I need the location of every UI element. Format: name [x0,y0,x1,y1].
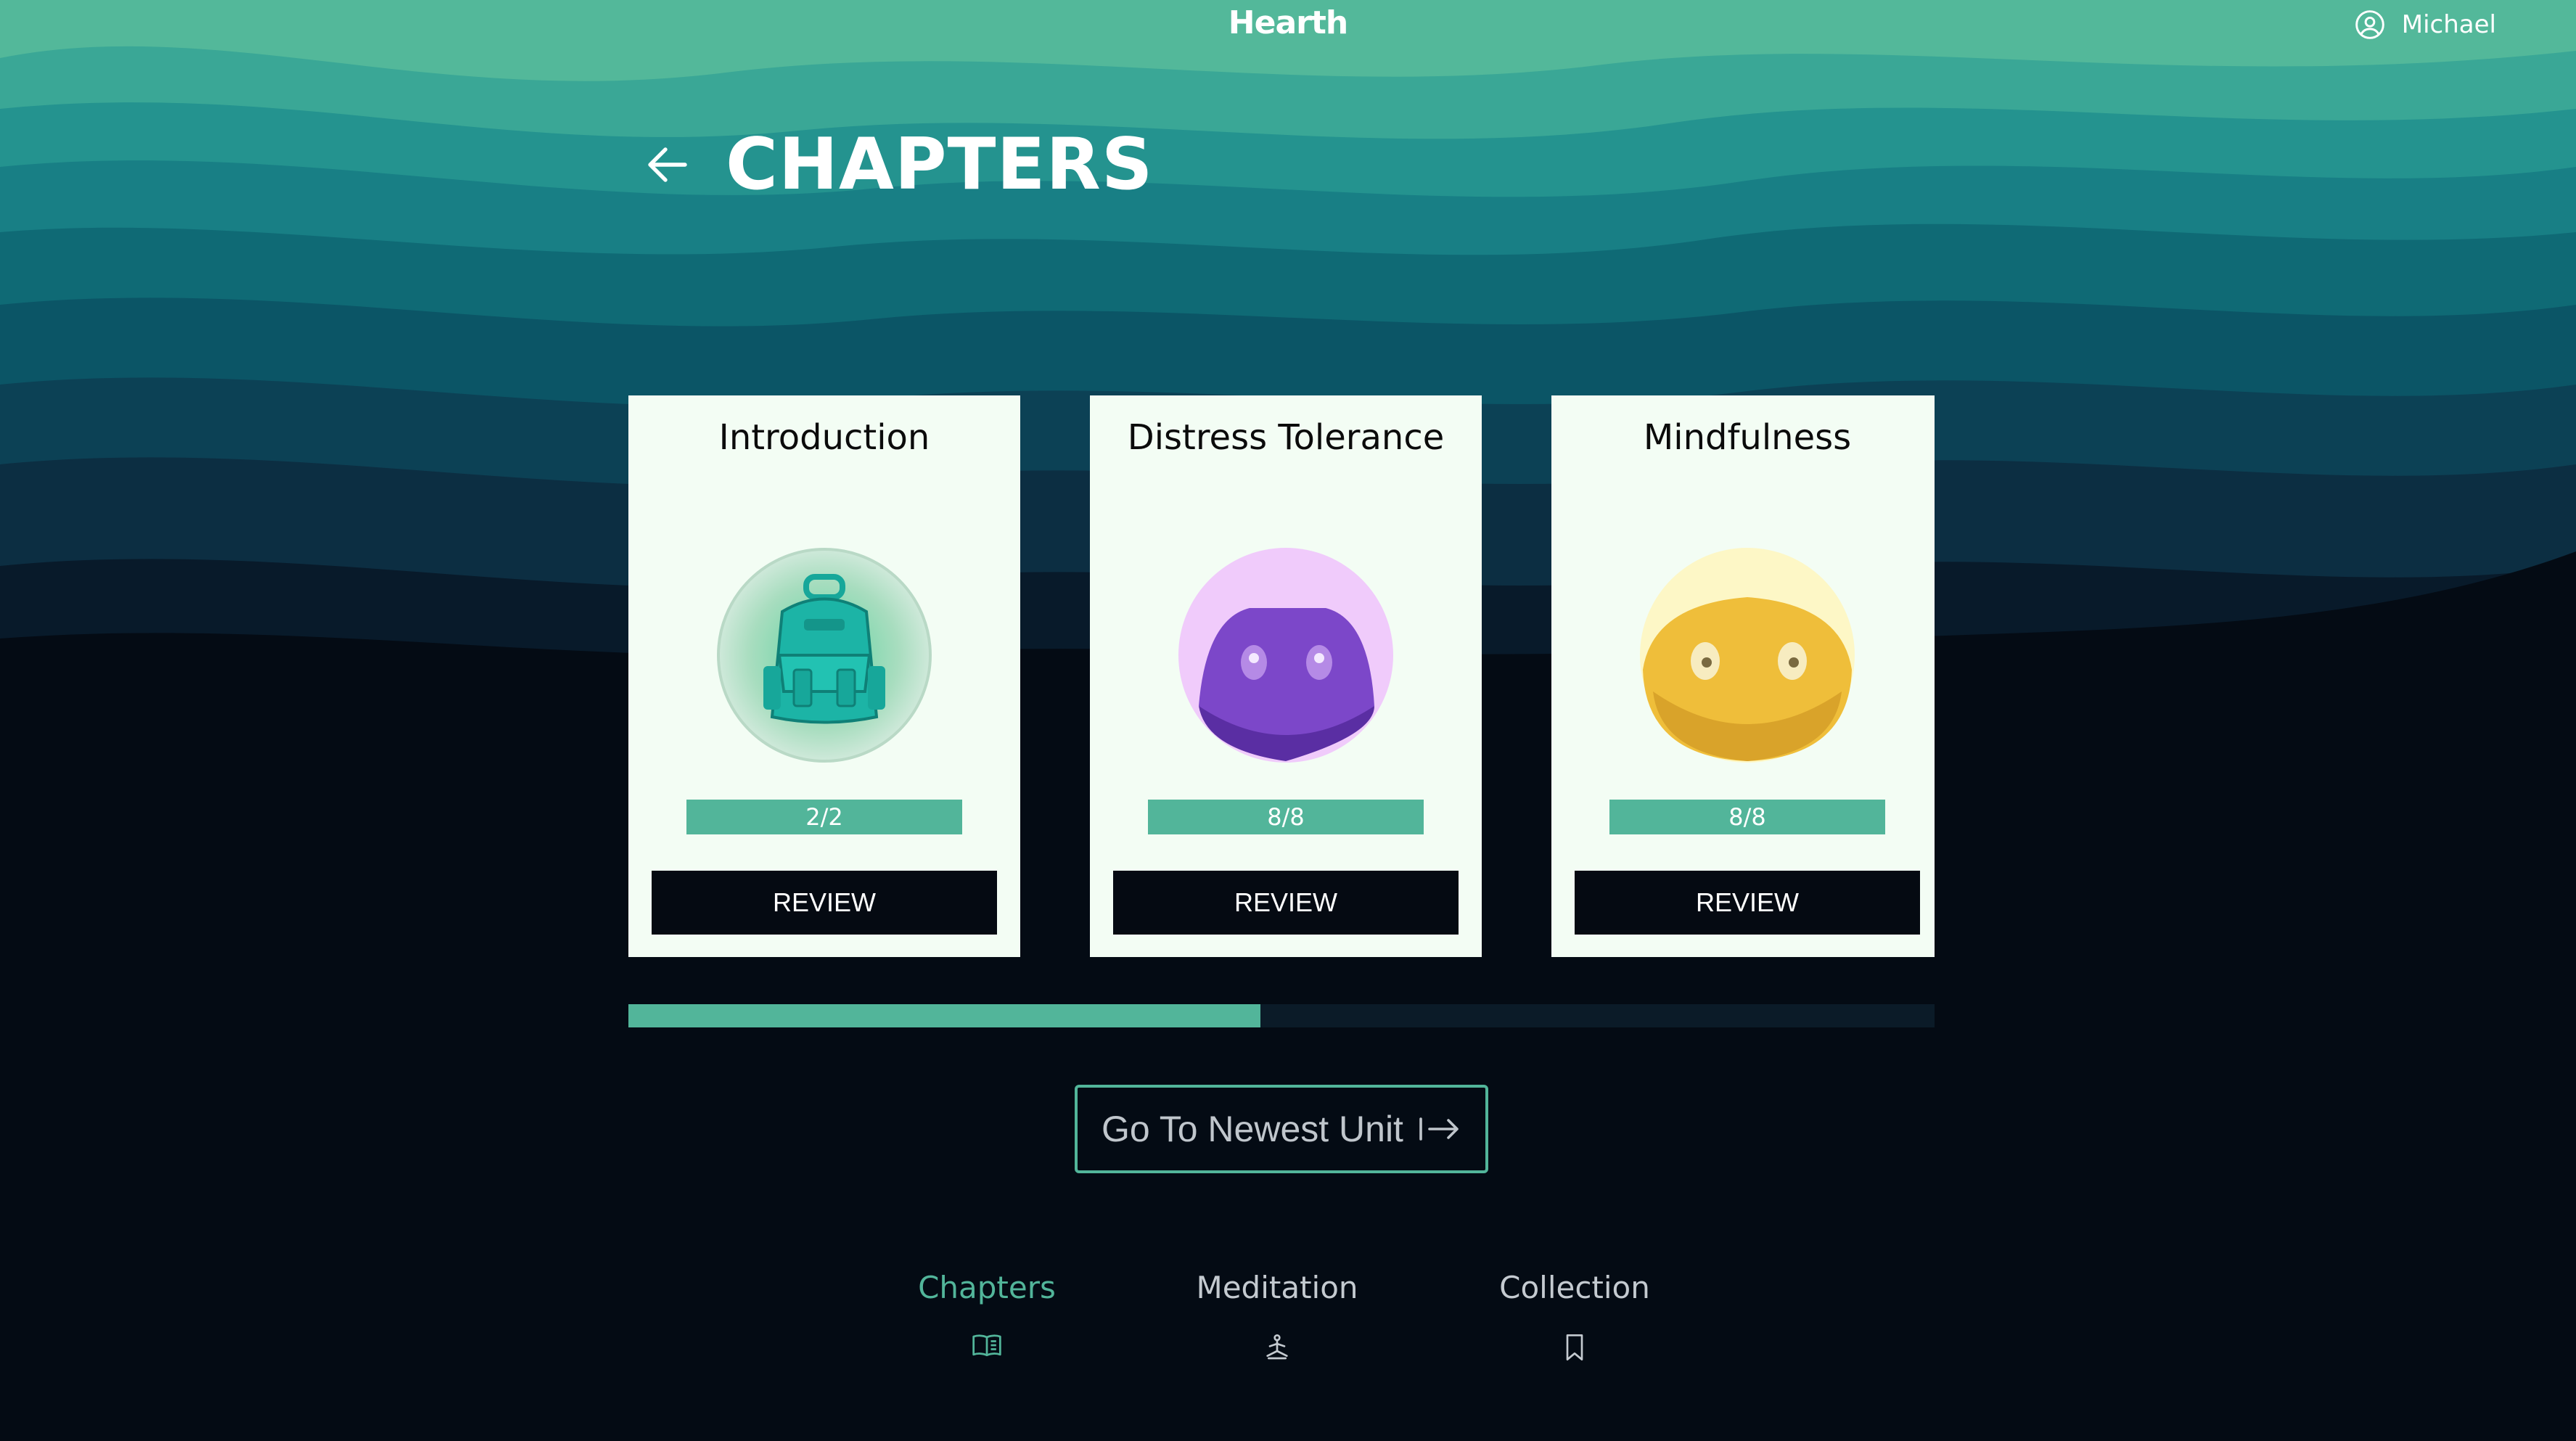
purple-blob-icon [1178,548,1393,763]
carousel-scrollbar-thumb[interactable] [628,1004,1261,1027]
book-open-icon [972,1334,1001,1357]
back-button[interactable] [639,136,697,194]
chapter-progress-bar: 8/8 [1609,800,1885,834]
chapter-progress-bar: 8/8 [1148,800,1424,834]
cta-label: Go To Newest Unit [1102,1109,1403,1149]
nav-item-label: Meditation [1196,1270,1358,1305]
arrow-right-to-bar-icon [1419,1117,1459,1141]
chapter-card-title: Introduction [718,417,930,458]
bookmark-icon [1566,1334,1583,1360]
carousel-scrollbar[interactable] [628,1004,1935,1027]
review-button[interactable]: REVIEW [652,871,997,935]
app-brand: Hearth [1228,4,1348,41]
chapter-card-mindfulness: Mindfulness 8/8 REVIEW [1551,395,1935,957]
chapter-card-introduction: Introduction 2/2 REVIEW [628,395,1020,957]
chapter-card-distress-tolerance: Distress Tolerance 8/8 REVIEW [1090,395,1482,957]
review-button[interactable]: REVIEW [1575,871,1920,935]
nav-item-label: Collection [1499,1270,1650,1305]
review-button[interactable]: REVIEW [1113,871,1459,935]
yellow-blob-icon [1640,548,1855,763]
user-menu[interactable]: Michael [2354,9,2496,41]
nav-item-meditation[interactable]: Meditation [1183,1270,1371,1362]
chapter-carousel: Introduction 2/2 REVIEW Distress Toleran… [628,395,1935,957]
page-title: CHAPTERS [726,123,1154,206]
user-circle-icon [2355,10,2384,39]
nav-item-label: Chapters [918,1270,1056,1305]
backpack-icon [717,548,932,763]
page-header: CHAPTERS [639,123,1153,206]
meditation-icon [1266,1334,1288,1360]
go-to-newest-unit-button[interactable]: Go To Newest Unit [1075,1085,1488,1173]
chapter-progress-bar: 2/2 [686,800,962,834]
chapter-card-title: Mindfulness [1643,417,1852,458]
nav-item-collection[interactable]: Collection [1488,1270,1662,1362]
chapter-card-title: Distress Tolerance [1127,417,1445,458]
arrow-left-icon [648,147,687,182]
user-name: Michael [2401,10,2496,39]
bottom-nav: Chapters Meditation Collection [893,1270,1691,1379]
nav-item-chapters[interactable]: Chapters [914,1270,1059,1358]
